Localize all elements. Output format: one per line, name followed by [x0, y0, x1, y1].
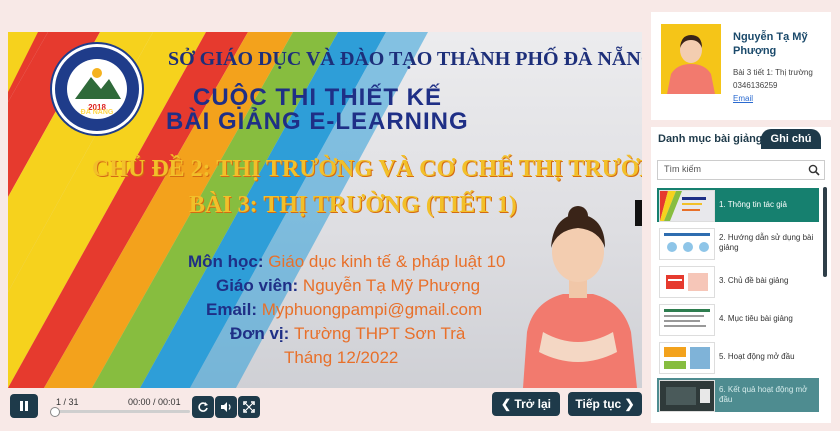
thumbnail-image — [660, 267, 714, 297]
slide-counter: 1 / 31 — [56, 397, 79, 407]
list-item[interactable]: 2. Hướng dẫn sử dụng bài giảng — [657, 226, 819, 260]
pause-button[interactable] — [10, 394, 38, 418]
info-email: Email: Myphuongpampi@gmail.com — [206, 300, 482, 320]
slide-total: / 31 — [63, 397, 79, 407]
slide-current: 1 — [56, 397, 62, 407]
volume-icon — [221, 402, 231, 412]
next-button[interactable]: Tiếp tục ❯ — [568, 392, 642, 416]
volume-button[interactable] — [215, 396, 237, 418]
list-item[interactable]: 3. Chủ đề bài giảng — [657, 264, 819, 298]
slide-thumbnail — [659, 304, 715, 336]
time-current: 00:00 — [128, 397, 151, 407]
list-item-label: 6. Kết quả hoạt động mở đầu — [719, 385, 808, 404]
thumbnail-image — [660, 229, 714, 259]
prev-button[interactable]: ❮ Trở lại — [492, 392, 560, 416]
slide-thumbnail — [659, 228, 715, 260]
author-avatar-icon — [667, 35, 715, 94]
replay-button[interactable] — [192, 396, 214, 418]
list-item-label: 2. Hướng dẫn sử dụng bài giảng — [719, 233, 814, 252]
list-item[interactable]: 6. Kết quả hoạt động mở đầu — [657, 378, 819, 412]
logo-city: ĐÀ NẴNG — [80, 109, 114, 116]
slide-thumbnail — [659, 380, 715, 412]
tab-notes[interactable]: Ghi chú — [761, 129, 821, 149]
department-title: SỞ GIÁO DỤC VÀ ĐÀO TẠO THÀNH PHỐ ĐÀ NẴNG — [168, 48, 642, 70]
tab-outline[interactable]: Danh mục bài giảng — [658, 133, 763, 145]
info-value: Myphuongpampi@gmail.com — [261, 300, 483, 319]
author-photo — [661, 24, 721, 94]
list-item[interactable]: 1. Thông tin tác giả — [657, 188, 819, 222]
search-box — [657, 160, 825, 180]
list-item-label: 3. Chủ đề bài giảng — [719, 276, 789, 285]
list-item[interactable]: 5. Hoạt động mở đầu — [657, 340, 819, 374]
list-item-label: 4. Mục tiêu bài giảng — [719, 314, 793, 323]
slide-canvas: 2018 ĐÀ NẴNG SỞ GIÁO DỤC VÀ ĐÀO TẠO THÀN… — [8, 32, 642, 388]
author-lesson: Bài 3 tiết 1: Thị trường — [733, 68, 813, 77]
replay-icon — [198, 402, 208, 412]
player-controls: 1 / 31 00:00 / 00:01 ❮ Trở lại Tiếp tục … — [8, 390, 642, 422]
author-name: Nguyễn Tạ Mỹ Phượng — [733, 31, 808, 57]
info-teacher: Giáo viên: Nguyễn Tạ Mỹ Phượng — [216, 276, 480, 296]
info-label: Giáo viên: — [216, 276, 303, 295]
search-icon[interactable] — [808, 164, 820, 176]
teacher-photo — [523, 206, 637, 388]
thumbnail-image — [660, 343, 714, 373]
time-total: / 00:01 — [153, 397, 181, 407]
info-subject: Môn học: Giáo dục kinh tế & pháp luật 10 — [188, 252, 506, 272]
slide-thumbnail — [659, 342, 715, 374]
time-readout: 00:00 / 00:01 — [128, 397, 181, 407]
thumbnail-image — [660, 191, 714, 221]
slide-thumbnail — [659, 266, 715, 298]
author-phone: 0346136259 — [733, 81, 778, 90]
list-item-label: 5. Hoạt động mở đầu — [719, 352, 795, 361]
fullscreen-icon — [243, 401, 255, 413]
search-input[interactable] — [664, 162, 804, 176]
topic-title: CHỦ ĐỀ 2: THỊ TRƯỜNG VÀ CƠ CHẾ THỊ TRƯỜN… — [92, 156, 642, 182]
sidebar: Danh mục bài giảng Ghi chú 1. Thông tin … — [651, 127, 831, 423]
info-unit: Đơn vị: Trường THPT Sơn Trà — [230, 324, 465, 344]
contest-title-line2: BÀI GIẢNG E-LEARNING — [166, 108, 469, 135]
author-card: Nguyễn Tạ Mỹ Phượng Bài 3 tiết 1: Thị tr… — [651, 12, 831, 120]
list-item[interactable]: 4. Mục tiêu bài giảng — [657, 302, 819, 336]
info-value: Tháng 12/2022 — [284, 348, 399, 367]
info-label: Môn học: — [188, 252, 269, 271]
info-label: Đơn vị: — [230, 324, 295, 343]
slide-marker — [635, 200, 642, 226]
fullscreen-button[interactable] — [238, 396, 260, 418]
lesson-title: BÀI 3: THỊ TRƯỜNG (TIẾT 1) — [189, 192, 517, 218]
thumbnail-image — [660, 381, 714, 411]
school-logo: 2018 ĐÀ NẴNG — [52, 44, 142, 134]
info-value: Giáo dục kinh tế & pháp luật 10 — [268, 252, 506, 271]
list-item-label: 1. Thông tin tác giả — [719, 200, 787, 209]
info-label: Email: — [206, 300, 262, 319]
progress-bar[interactable] — [50, 407, 190, 417]
info-date: Tháng 12/2022 — [284, 348, 398, 368]
author-email-link[interactable]: Email — [733, 94, 753, 103]
progress-knob[interactable] — [50, 407, 60, 417]
info-value: Nguyễn Tạ Mỹ Phượng — [302, 276, 481, 295]
thumbnail-image — [660, 305, 714, 335]
slide-thumbnail — [659, 190, 715, 222]
info-value: Trường THPT Sơn Trà — [294, 324, 466, 343]
sidebar-scrollbar[interactable] — [823, 187, 827, 277]
pause-icon — [20, 401, 28, 411]
